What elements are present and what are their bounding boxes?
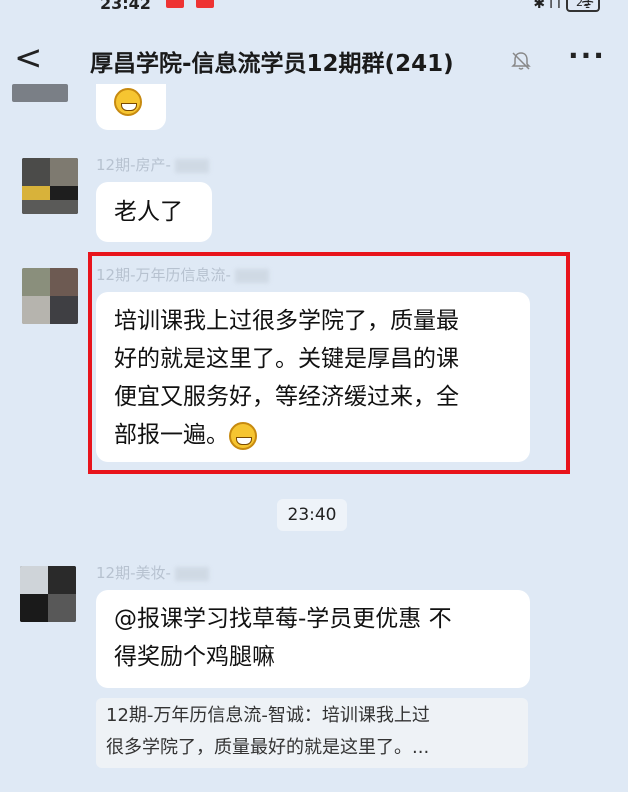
avatar[interactable] — [22, 158, 78, 214]
message-line: 得奖励个鸡腿嘛 — [114, 644, 275, 670]
sender-name: 12期-万年历信息流- — [96, 264, 269, 285]
avatar[interactable] — [12, 84, 68, 102]
quote-line: 12期-万年历信息流-智诚：培训课我上过 — [106, 705, 430, 726]
sender-name: 12期-房产- — [96, 154, 209, 175]
message-text: 老人了 — [114, 199, 183, 225]
quoted-reply[interactable]: 12期-万年历信息流-智诚：培训课我上过 很多学院了，质量最好的就是这里了。..… — [96, 698, 528, 768]
message-line: 便宜又服务好，等经济缓过来，全 — [114, 384, 459, 410]
message-line: 部报一遍。 — [114, 422, 229, 448]
grin-emoji-icon — [114, 88, 142, 116]
grin-emoji-icon — [229, 421, 257, 450]
message-bubble[interactable]: 老人了 — [96, 182, 212, 242]
avatar[interactable] — [20, 566, 76, 622]
app-notification-icon — [196, 0, 214, 8]
message-bubble-partial[interactable] — [96, 84, 166, 130]
message-bubble[interactable]: @报课学习找草莓-学员更优惠 不 得奖励个鸡腿嘛 — [96, 590, 530, 688]
message-line: @报课学习找草莓-学员更优惠 不 — [114, 606, 452, 632]
chat-header: < 厚昌学院-信息流学员12期群(241) ··· — [0, 24, 628, 94]
mute-bell-icon[interactable] — [510, 50, 532, 72]
back-icon[interactable]: < — [14, 40, 43, 76]
sender-name: 12期-美妆- — [96, 562, 209, 583]
redacted-block — [234, 268, 269, 283]
message-line: 好的就是这里了。关键是厚昌的课 — [114, 346, 459, 372]
status-time: 23:42 — [100, 0, 151, 13]
more-icon[interactable]: ··· — [568, 42, 604, 72]
status-bar: 23:42 ✱ıll ᯤ 23 — [0, 0, 628, 18]
time-divider: 23:40 — [277, 499, 347, 531]
redacted-block — [174, 566, 209, 581]
message-bubble[interactable]: 培训课我上过很多学院了，质量最 好的就是这里了。关键是厚昌的课 便宜又服务好，等… — [96, 292, 530, 462]
sender-label: 12期-房产- — [96, 156, 171, 174]
news-app-icon — [166, 0, 184, 8]
quote-line: 很多学院了，质量最好的就是这里了。... — [106, 737, 430, 758]
avatar[interactable] — [22, 268, 78, 324]
chat-title: 厚昌学院-信息流学员12期群(241) — [90, 51, 454, 77]
sender-label: 12期-万年历信息流- — [96, 266, 231, 284]
battery-level: 23 — [566, 0, 600, 12]
redacted-block — [174, 158, 209, 173]
message-line: 培训课我上过很多学院了，质量最 — [114, 308, 459, 334]
sender-label: 12期-美妆- — [96, 564, 171, 582]
